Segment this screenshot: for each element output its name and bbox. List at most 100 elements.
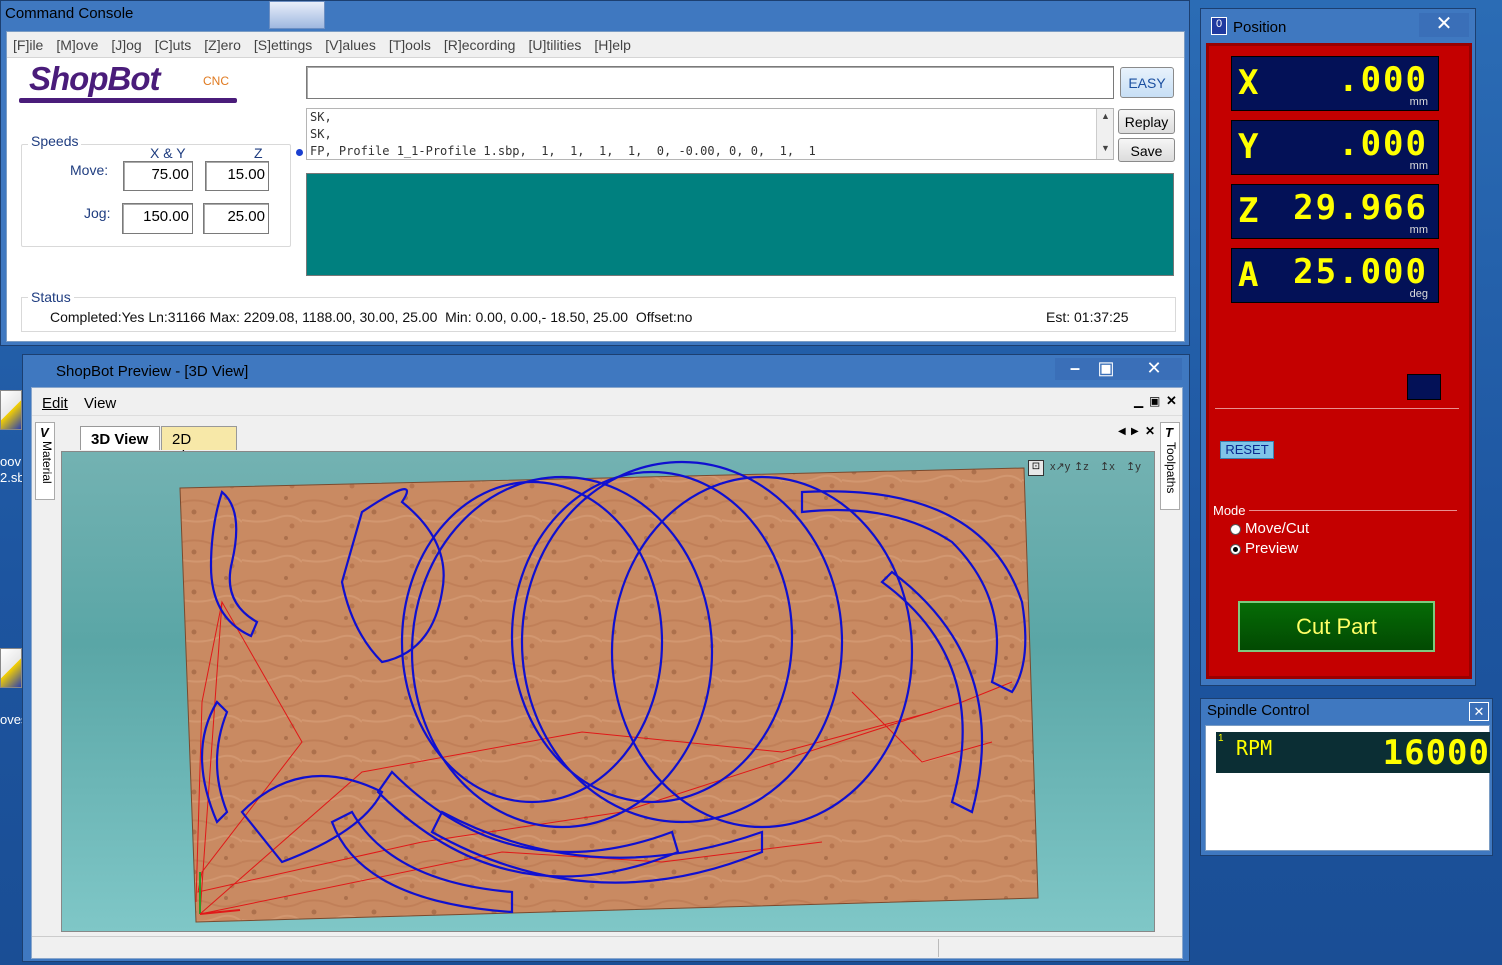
- mode-label: Mode: [1213, 503, 1249, 518]
- status-group: Status Completed:Yes Ln:31166 Max: 2209.…: [21, 289, 1176, 332]
- logo-underline: [19, 98, 237, 103]
- dro-a: A 25.000 deg: [1231, 248, 1439, 303]
- xy-header: X & Y: [150, 145, 186, 161]
- tab-close-icon[interactable]: ✕: [1145, 424, 1155, 438]
- shopbot-logo: ShopBot CNC: [17, 60, 247, 106]
- desktop-shortcut[interactable]: oves: [0, 648, 27, 728]
- menu-utilities[interactable]: [U]tilities: [522, 32, 588, 53]
- menu-zero[interactable]: [Z]ero: [198, 32, 248, 53]
- log-line: SK,: [310, 110, 332, 124]
- tab-scroll-right-icon[interactable]: ▶: [1131, 426, 1139, 437]
- preview-window: ShopBot Preview - [3D View] – ▣ ✕ Edit V…: [22, 354, 1190, 962]
- toolpaths-side-tab[interactable]: T Toolpaths: [1160, 422, 1180, 510]
- axis-label: Z: [1238, 191, 1259, 231]
- cut-part-button[interactable]: Cut Part: [1238, 601, 1435, 652]
- position-window: 0 Position ✕ X .000 mm Y .000 mm Z 29.96…: [1200, 8, 1476, 686]
- file-icon: [0, 390, 22, 430]
- menu-edit[interactable]: Edit: [42, 395, 68, 412]
- close-icon[interactable]: ✕: [1419, 13, 1469, 37]
- rpm-label: RPM: [1236, 736, 1273, 760]
- menu-values[interactable]: [V]alues: [319, 32, 383, 53]
- toolpaths-label: Toolpaths: [1164, 442, 1178, 494]
- material-board: [179, 467, 1039, 923]
- axis-unit: mm: [1409, 160, 1428, 172]
- easy-button[interactable]: EASY: [1120, 67, 1174, 98]
- speeds-label: Speeds: [28, 133, 82, 149]
- dro-y: Y .000 mm: [1231, 120, 1439, 175]
- command-log: SK, SK, FP, Profile 1_1-Profile 1.sbp, 1, …: [306, 108, 1114, 160]
- log-line: FP, Profile 1_1-Profile 1.sbp, 1, 1, 1, …: [310, 144, 816, 158]
- mode-option-preview[interactable]: Preview: [1230, 540, 1298, 557]
- status-estimate: Est: 01:37:25: [1046, 309, 1129, 325]
- mode-option-move-cut[interactable]: Move/Cut: [1230, 520, 1309, 537]
- top-view-icon[interactable]: ↥z: [1074, 460, 1089, 473]
- axis-label: A: [1238, 255, 1259, 295]
- close-icon[interactable]: ✕: [1469, 702, 1489, 721]
- reset-button[interactable]: RESET: [1220, 441, 1274, 459]
- menu-jog[interactable]: [J]og: [105, 32, 148, 53]
- board-render: [179, 460, 1039, 923]
- side-view-icon[interactable]: ↥y: [1126, 460, 1141, 473]
- window-title: Spindle Control: [1207, 702, 1310, 719]
- status-label: Status: [28, 289, 74, 305]
- axis-value: 29.966: [1293, 188, 1428, 228]
- preview-menubar: Edit View ▁ ▣ ✕: [32, 388, 1182, 416]
- position-app-icon: 0: [1211, 17, 1227, 35]
- menu-move[interactable]: [M]ove: [50, 32, 105, 53]
- zoom-extents-icon[interactable]: ⊡: [1028, 460, 1044, 476]
- axis-unit: mm: [1409, 224, 1428, 236]
- rpm-display: 1 RPM 16000: [1216, 732, 1490, 773]
- cursor-dot-icon: [296, 149, 303, 156]
- radio-icon[interactable]: [1230, 523, 1241, 535]
- jog-label: Jog:: [84, 205, 111, 221]
- message-panel: [306, 173, 1174, 276]
- scroll-up-icon[interactable]: ▲: [1101, 111, 1110, 121]
- replay-button[interactable]: Replay: [1118, 109, 1175, 134]
- window-title: ShopBot Preview - [3D View]: [56, 363, 249, 380]
- file-icon: [0, 648, 22, 688]
- status-divider: [938, 939, 939, 957]
- log-line: SK,: [310, 127, 332, 141]
- move-z-field[interactable]: 15.00: [205, 161, 269, 191]
- jog-z-field[interactable]: 25.00: [203, 203, 269, 234]
- command-input[interactable]: [306, 66, 1114, 99]
- radio-selected-icon[interactable]: [1230, 543, 1241, 555]
- 3d-viewport[interactable]: ⊡ x↗y ↥z ↥x ↥y: [61, 451, 1155, 932]
- menu-recording[interactable]: [R]ecording: [438, 32, 523, 53]
- maximize-icon[interactable]: ▣: [1086, 358, 1126, 380]
- iso-view-icon[interactable]: x↗y: [1050, 460, 1070, 473]
- speeds-group: Speeds X & Y Z Move: Jog: 75.00 15.00 15…: [21, 133, 291, 247]
- save-button[interactable]: Save: [1118, 138, 1175, 162]
- option-label: Move/Cut: [1245, 520, 1310, 537]
- front-view-icon[interactable]: ↥x: [1100, 460, 1115, 473]
- tab-3d-view[interactable]: 3D View: [80, 426, 160, 450]
- menu-help[interactable]: [H]elp: [588, 32, 638, 53]
- material-icon: V: [40, 425, 49, 440]
- logo-text: ShopBot: [29, 60, 160, 97]
- material-side-tab[interactable]: V Material: [35, 422, 55, 500]
- menu-view[interactable]: View: [84, 395, 116, 412]
- menu-tools[interactable]: [T]ools: [383, 32, 438, 53]
- desktop-shortcut[interactable]: oov 2.sb: [0, 390, 25, 500]
- mdi-close-icon[interactable]: ✕: [1166, 393, 1177, 409]
- mdi-minimize-icon[interactable]: ▁: [1134, 394, 1143, 408]
- menu-file[interactable]: [F]ile: [7, 32, 50, 53]
- divider: [1215, 408, 1459, 409]
- move-xy-field[interactable]: 75.00: [123, 161, 193, 191]
- jog-xy-field[interactable]: 150.00: [122, 203, 193, 234]
- axis-label: X: [1238, 63, 1259, 103]
- tab-2d-view[interactable]: 2D View: [161, 426, 237, 465]
- tab-scroll-left-icon[interactable]: ◀: [1118, 426, 1126, 437]
- material-label: Material: [40, 441, 54, 484]
- close-icon[interactable]: ✕: [1126, 358, 1182, 380]
- z-header: Z: [254, 145, 263, 161]
- menu-settings[interactable]: [S]ettings: [248, 32, 319, 53]
- menu-cuts[interactable]: [C]uts: [149, 32, 199, 53]
- mdi-restore-icon[interactable]: ▣: [1149, 394, 1160, 408]
- console-body: [F]ile [M]ove [J]og [C]uts [Z]ero [S]ettings[…: [6, 31, 1185, 342]
- indicator-light: [1407, 374, 1441, 400]
- spindle-index: 1: [1218, 733, 1224, 744]
- log-scrollbar[interactable]: ▲ ▼: [1096, 109, 1113, 159]
- console-menubar: [F]ile [M]ove [J]og [C]uts [Z]ero [S]ettings[…: [7, 32, 1184, 58]
- scroll-down-icon[interactable]: ▼: [1101, 143, 1110, 153]
